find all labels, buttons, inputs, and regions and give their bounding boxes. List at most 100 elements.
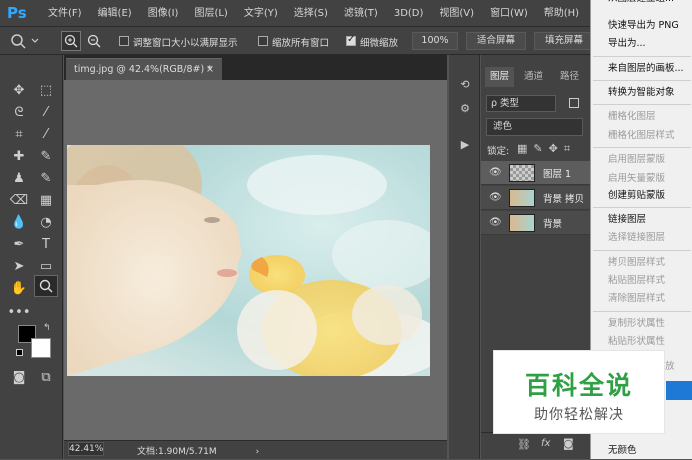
more-tools-icon[interactable]: ••• xyxy=(7,301,31,323)
zoom-level-field[interactable]: 42.41% xyxy=(68,442,104,456)
menu-separator xyxy=(593,80,691,81)
photoshop-logo: Ps xyxy=(7,4,27,22)
menu-select[interactable]: 选择(S) xyxy=(286,0,336,27)
menu-window[interactable]: 窗口(W) xyxy=(482,0,536,27)
gradient-tool-icon[interactable]: ▦ xyxy=(34,189,58,211)
lock-icons[interactable]: ▦✎✥⌗ xyxy=(517,142,576,156)
menu-item-paste-shape-attributes: 粘贴形状属性 xyxy=(608,336,666,347)
zoom-100-button[interactable]: 100% xyxy=(412,32,458,50)
menu-item-no-color[interactable]: 无颜色 xyxy=(591,441,692,460)
fx-icon[interactable]: fx xyxy=(541,438,550,449)
screen-mode-icon[interactable]: ⧉ xyxy=(34,366,58,388)
menu-image[interactable]: 图像(I) xyxy=(140,0,187,27)
tools-panel: ✥ ⬚ ᘓ ⁄ ⌗ ⁄ ✚ ✎ ♟ ✎ ⌫ ▦ 💧 ◔ ✒ T ➤ ▭ ✋ ••… xyxy=(0,55,63,459)
menu-type[interactable]: 文字(Y) xyxy=(236,0,286,27)
zoom-out-icon[interactable] xyxy=(84,31,104,51)
fill-screen-button[interactable]: 填充屏幕 xyxy=(534,32,594,50)
layer-row[interactable]: 👁 背景 xyxy=(481,211,592,235)
type-tool-icon[interactable]: T xyxy=(34,233,58,255)
visibility-eye-icon[interactable]: 👁 xyxy=(489,217,502,228)
layer-name: 图层 1 xyxy=(543,169,572,180)
highlighted-menu-item[interactable] xyxy=(666,381,692,400)
menu-view[interactable]: 视图(V) xyxy=(431,0,482,27)
default-colors-icon[interactable] xyxy=(16,349,23,356)
menu-3d[interactable]: 3D(D) xyxy=(386,0,432,27)
play-actions-icon[interactable]: ▶ xyxy=(455,135,475,153)
fit-screen-button[interactable]: 适合屏幕 xyxy=(466,32,526,50)
menu-item-rasterize-layer-style: 栅格化图层样式 xyxy=(608,130,675,141)
document-tab[interactable]: timg.jpg @ 42.4%(RGB/8#) * × xyxy=(66,58,222,80)
menu-item-create-clipping-mask[interactable]: 创建剪贴蒙版 xyxy=(591,186,692,205)
document-tab-title: timg.jpg @ 42.4%(RGB/8#) * xyxy=(74,64,212,75)
properties-panel-icon[interactable]: ⚙ xyxy=(455,99,475,117)
move-tool-icon[interactable]: ✥ xyxy=(7,79,31,101)
zoom-tool-preset-icon[interactable] xyxy=(6,31,44,51)
menu-separator xyxy=(593,207,691,208)
menu-item-export-as[interactable]: 导出为... xyxy=(591,34,692,53)
dodge-tool-icon[interactable]: ◔ xyxy=(34,211,58,233)
swap-colors-icon[interactable]: ↰ xyxy=(43,323,51,333)
menu-item-copy-layer-style: 拷贝图层样式 xyxy=(608,257,666,268)
menu-layer[interactable]: 图层(L) xyxy=(186,0,235,27)
layer-kind-filter[interactable]: ρ 类型 xyxy=(486,95,556,112)
menu-item-convert-smart-object[interactable]: 转换为智能对象 xyxy=(591,83,692,102)
lasso-tool-icon[interactable]: ᘓ xyxy=(7,101,31,123)
tab-layers[interactable]: 图层 xyxy=(485,67,515,87)
layer-name: 背景 拷贝 xyxy=(543,194,585,205)
fit-window-checkbox[interactable] xyxy=(119,36,129,46)
document-size-text: 文档:1.90M/5.71M xyxy=(137,447,217,457)
layer-name: 背景 xyxy=(543,219,563,230)
hand-tool-icon[interactable]: ✋ xyxy=(7,277,31,299)
watermark-subtitle: 助你轻松解决 xyxy=(534,407,624,423)
eyedropper-tool-icon[interactable]: ⁄ xyxy=(34,123,58,145)
filter-pixel-icon[interactable] xyxy=(569,98,579,108)
close-tab-icon[interactable]: × xyxy=(206,59,214,81)
zoom-in-icon[interactable] xyxy=(61,31,81,51)
menu-item-artboard-from-layers[interactable]: 来自图层的画板... xyxy=(591,59,692,78)
link-icon[interactable]: ⛓ xyxy=(517,438,531,451)
mask-icon[interactable]: ◙ xyxy=(563,437,574,450)
status-menu-arrow-icon[interactable]: › xyxy=(256,447,260,457)
blend-mode-select[interactable]: 滤色 xyxy=(486,118,583,136)
document-canvas-image[interactable] xyxy=(67,145,430,376)
healing-brush-tool-icon[interactable]: ✚ xyxy=(7,145,31,167)
scrubby-zoom-label: 细微缩放 xyxy=(360,38,399,49)
clone-stamp-tool-icon[interactable]: ♟ xyxy=(7,167,31,189)
visibility-eye-icon[interactable]: 👁 xyxy=(489,192,502,203)
marquee-tool-icon[interactable]: ⬚ xyxy=(34,79,58,101)
background-color-swatch[interactable] xyxy=(31,338,51,358)
layer-thumbnail xyxy=(509,164,535,182)
quick-mask-icon[interactable]: ◙ xyxy=(7,366,31,388)
eraser-tool-icon[interactable]: ⌫ xyxy=(7,189,31,211)
menu-item-group-from-layers[interactable]: 从图层建立组... xyxy=(591,0,692,8)
menu-bar: Ps 文件(F) 编辑(E) 图像(I) 图层(L) 文字(Y) 选择(S) 滤… xyxy=(0,0,692,27)
document-size-status: 文档:1.90M/5.71M › xyxy=(137,444,259,457)
brush-tool-icon[interactable]: ✎ xyxy=(34,145,58,167)
history-panel-icon[interactable]: ⟲ xyxy=(455,75,475,93)
rectangle-tool-icon[interactable]: ▭ xyxy=(34,255,58,277)
menu-separator xyxy=(593,311,691,312)
menu-item-link-layers[interactable]: 链接图层 xyxy=(591,210,692,229)
scrubby-zoom-checkbox[interactable] xyxy=(346,34,356,46)
layer-row[interactable]: 👁 背景 拷贝 xyxy=(481,186,592,210)
menu-edit[interactable]: 编辑(E) xyxy=(90,0,140,27)
path-selection-tool-icon[interactable]: ➤ xyxy=(7,255,31,277)
zoom-tool-icon[interactable] xyxy=(34,275,58,297)
visibility-eye-icon[interactable]: 👁 xyxy=(489,167,502,178)
menu-filter[interactable]: 滤镜(T) xyxy=(336,0,386,27)
layer-row[interactable]: 👁 图层 1 xyxy=(481,161,592,185)
blur-tool-icon[interactable]: 💧 xyxy=(7,211,31,233)
menu-file[interactable]: 文件(F) xyxy=(40,0,90,27)
tab-channels[interactable]: 通道 xyxy=(519,67,548,87)
zoom-all-checkbox[interactable] xyxy=(258,36,268,46)
menu-help[interactable]: 帮助(H) xyxy=(536,0,587,27)
pen-tool-icon[interactable]: ✒ xyxy=(7,233,31,255)
menu-item-quick-export-png[interactable]: 快速导出为 PNG xyxy=(591,16,692,35)
tab-paths[interactable]: 路径 xyxy=(555,67,584,87)
history-brush-tool-icon[interactable]: ✎ xyxy=(34,167,58,189)
magic-wand-tool-icon[interactable]: ⁄ xyxy=(34,101,58,123)
fit-window-label: 调整窗口大小以满屏显示 xyxy=(133,38,238,49)
menu-item-copy-shape-attributes: 复制形状属性 xyxy=(608,318,666,329)
crop-tool-icon[interactable]: ⌗ xyxy=(7,123,31,145)
menu-separator xyxy=(593,104,691,105)
